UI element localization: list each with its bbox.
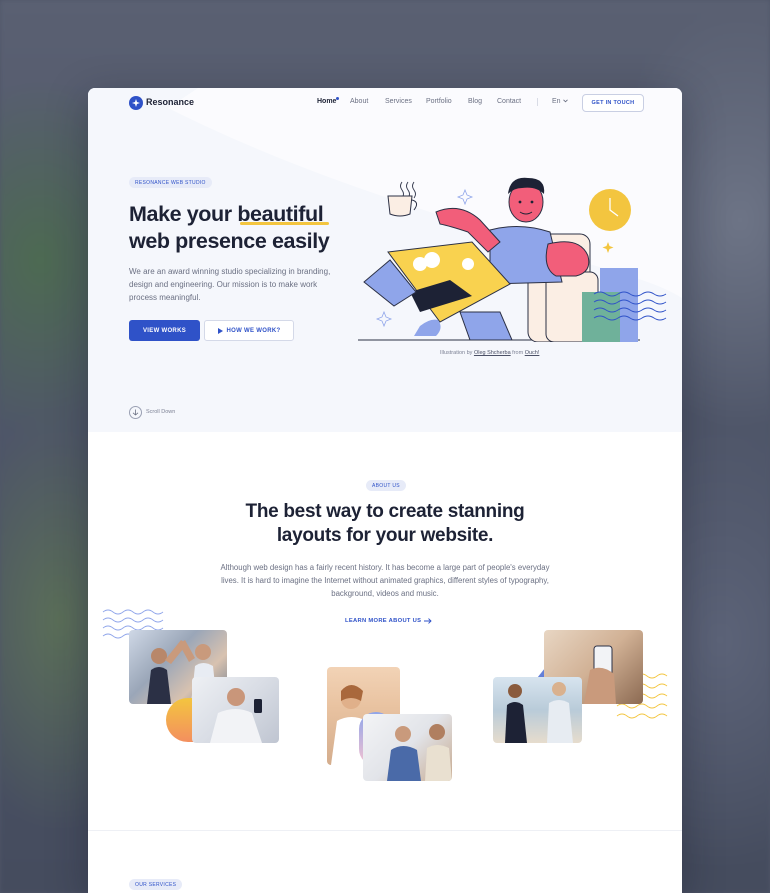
nav-services[interactable]: Services <box>385 98 412 105</box>
hero-title-highlight-word: beautiful <box>237 202 324 226</box>
credit-mid: from <box>510 350 525 356</box>
nav-separator <box>537 98 538 106</box>
language-selector[interactable]: En <box>552 98 561 105</box>
hero-title: Make your beautiful web presence easily <box>129 201 330 255</box>
learn-more-link[interactable]: LEARN MORE ABOUT US <box>345 618 432 624</box>
about-title: The best way to create stanning layouts … <box>88 500 682 548</box>
hero-description: We are an award winning studio specializ… <box>129 267 331 302</box>
website-mockup: Resonance Home About Services Portfolio … <box>88 88 682 893</box>
how-we-work-button[interactable]: HOW WE WORK? <box>204 320 294 341</box>
hero-title-part: Make your <box>129 202 238 226</box>
photo-women-beach <box>493 677 582 743</box>
how-we-work-label: HOW WE WORK? <box>226 327 281 334</box>
nav-contact[interactable]: Contact <box>497 98 521 105</box>
scroll-down-button[interactable] <box>129 406 142 419</box>
brand-name[interactable]: Resonance <box>146 97 194 107</box>
services-eyebrow-badge: OUR SERVICES <box>129 879 183 890</box>
nav-portfolio[interactable]: Portfolio <box>426 98 452 105</box>
credit-source-link[interactable]: Ouch! <box>525 350 540 356</box>
chevron-down-icon[interactable] <box>563 99 568 103</box>
arrow-down-icon <box>132 409 139 416</box>
learn-more-label: LEARN MORE ABOUT US <box>345 618 422 624</box>
scroll-down-label: Scroll Down <box>146 409 176 415</box>
hero-illustration <box>358 177 667 342</box>
nav-about[interactable]: About <box>350 98 368 105</box>
hero-eyebrow-badge: RESONANCE WEB STUDIO <box>129 177 212 188</box>
get-in-touch-button[interactable]: GET IN TOUCH <box>582 94 644 112</box>
about-description: Although web design has a fairly recent … <box>220 563 550 598</box>
photo-men-meeting <box>363 714 452 781</box>
section-divider <box>88 830 682 831</box>
active-indicator <box>336 97 339 100</box>
view-works-button[interactable]: VIEW WORKS <box>129 320 200 341</box>
about-eyebrow-badge: ABOUT US <box>366 480 406 491</box>
top-navigation: Resonance Home About Services Portfolio … <box>88 88 682 118</box>
credit-prefix: Illustration by <box>440 350 474 356</box>
nav-home[interactable]: Home <box>317 98 336 105</box>
about-title-line1: The best way to create stanning <box>245 501 525 522</box>
about-title-line2: layouts for your website. <box>276 525 494 546</box>
photo-man-phone <box>192 677 279 743</box>
hero-title-line2: web presence easily <box>129 229 330 253</box>
logo-star-icon[interactable] <box>129 96 143 110</box>
arrow-right-icon <box>424 618 432 624</box>
play-icon <box>217 327 223 334</box>
credit-author-link[interactable]: Oleg Shcherba <box>474 350 511 356</box>
illustration-credit: Illustration by Oleg Shcherba from Ouch! <box>440 350 539 356</box>
nav-blog[interactable]: Blog <box>468 98 482 105</box>
